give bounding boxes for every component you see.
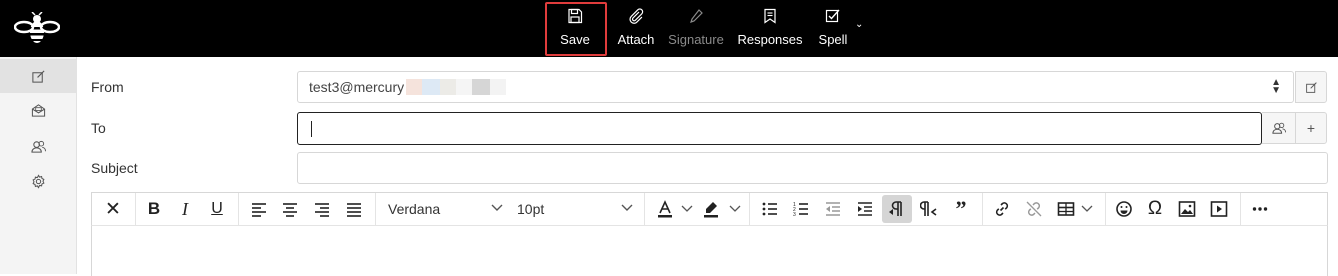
highlight-color-button[interactable] (696, 195, 726, 223)
attach-label: Attach (617, 32, 655, 47)
editor-toolbar: ✕ B I U Verdana 10pt 123 ” Ω (91, 192, 1328, 226)
contacts-icon (30, 140, 46, 153)
font-size-select[interactable]: 10pt (517, 201, 544, 217)
from-select[interactable]: test3@mercury ▲ ▼ (297, 71, 1294, 103)
redacted-block (456, 79, 473, 95)
indent-icon (858, 202, 872, 216)
insert-emoji-button[interactable] (1109, 195, 1139, 223)
signature-label: Signature (668, 32, 724, 47)
bullet-list-button[interactable] (755, 195, 785, 223)
spell-label: Spell (818, 32, 848, 47)
media-play-icon (1210, 201, 1228, 217)
gear-icon (31, 173, 45, 189)
spell-button[interactable]: Spell (817, 0, 849, 57)
highlighter-icon (704, 202, 718, 218)
smiley-icon (1116, 201, 1132, 217)
bee-logo-icon (14, 12, 60, 43)
compose-icon (1305, 81, 1317, 93)
redacted-block (406, 79, 423, 95)
to-label: To (91, 120, 106, 136)
subject-input[interactable] (297, 152, 1328, 184)
align-right-button[interactable] (307, 195, 337, 223)
redacted-block (472, 79, 491, 95)
signature-button[interactable]: Signature (666, 0, 726, 57)
special-character-button[interactable]: Ω (1140, 195, 1170, 223)
close-editor-icon[interactable]: ✕ (98, 195, 128, 223)
add-recipient-button[interactable]: + (1295, 112, 1327, 144)
chevron-down-icon[interactable] (729, 203, 741, 215)
more-options-button[interactable] (1245, 195, 1275, 223)
outdent-icon (826, 202, 840, 216)
align-left-icon (252, 203, 266, 217)
insert-image-button[interactable] (1172, 195, 1202, 223)
numbered-list-button[interactable]: 123 (786, 195, 816, 223)
text-color-button[interactable] (650, 195, 680, 223)
align-justify-icon (347, 203, 361, 217)
sidebar-item-compose[interactable] (0, 59, 76, 93)
compose-icon (31, 69, 45, 83)
remove-link-button[interactable] (1019, 195, 1049, 223)
from-value: test3@mercury (309, 79, 405, 95)
sidebar (0, 57, 77, 274)
indent-button[interactable] (850, 195, 880, 223)
editor-body[interactable] (91, 226, 1328, 276)
responses-label: Responses (737, 32, 803, 47)
bookmark-list-icon (764, 8, 776, 24)
insert-table-button[interactable] (1051, 195, 1081, 223)
table-icon (1057, 202, 1075, 216)
paragraph-ltr-icon (889, 201, 902, 216)
sidebar-item-mail[interactable] (0, 93, 76, 127)
blockquote-button[interactable]: ” (946, 195, 976, 223)
align-right-icon (315, 203, 329, 217)
save-highlight-box (545, 2, 607, 56)
spellcheck-icon (825, 9, 840, 23)
address-book-button[interactable] (1262, 112, 1296, 144)
chevron-down-icon (621, 204, 633, 211)
text-color-icon (658, 200, 672, 218)
image-icon (1178, 201, 1196, 217)
select-updown-icon: ▲ ▼ (1271, 77, 1281, 96)
align-center-button[interactable] (275, 195, 305, 223)
underline-button[interactable]: U (202, 195, 232, 223)
redacted-block (422, 79, 441, 95)
bullet-list-icon (762, 202, 777, 216)
from-label: From (91, 79, 124, 95)
ltr-direction-button[interactable] (882, 195, 912, 223)
chevron-down-icon[interactable] (1081, 203, 1093, 215)
link-icon (995, 202, 1009, 216)
more-horizontal-icon (1252, 207, 1268, 211)
font-family-select[interactable]: Verdana (388, 201, 440, 217)
numbered-list-icon: 123 (793, 202, 808, 218)
top-toolbar: Save Attach Signature Responses Spell ⌄ (0, 0, 1338, 57)
bold-button[interactable]: B (139, 195, 169, 223)
contacts-icon (1271, 122, 1286, 134)
redacted-block (490, 79, 507, 95)
pen-icon (690, 9, 703, 23)
paperclip-icon (629, 8, 644, 24)
insert-media-button[interactable] (1204, 195, 1234, 223)
redacted-block (440, 79, 457, 95)
subject-label: Subject (91, 160, 138, 176)
rtl-direction-button[interactable] (914, 195, 944, 223)
to-input[interactable] (297, 112, 1262, 145)
unlink-icon (1026, 201, 1042, 217)
svg-text:3: 3 (793, 212, 796, 218)
paragraph-rtl-icon (920, 201, 937, 216)
chevron-down-icon (491, 204, 503, 211)
sidebar-item-settings[interactable] (0, 164, 76, 198)
text-cursor (311, 120, 312, 137)
insert-link-button[interactable] (987, 195, 1017, 223)
responses-button[interactable]: Responses (737, 0, 803, 57)
align-left-button[interactable] (244, 195, 274, 223)
sidebar-item-contacts[interactable] (0, 129, 76, 163)
outdent-button[interactable] (818, 195, 848, 223)
attach-button[interactable]: Attach (616, 0, 656, 57)
italic-button[interactable]: I (170, 195, 200, 223)
justify-button[interactable] (339, 195, 369, 223)
identity-edit-button[interactable] (1295, 71, 1327, 103)
mail-open-icon (31, 103, 45, 117)
spell-dropdown-chevron-icon[interactable]: ⌄ (855, 19, 863, 30)
align-center-icon (283, 203, 297, 217)
chevron-down-icon[interactable] (681, 203, 693, 215)
